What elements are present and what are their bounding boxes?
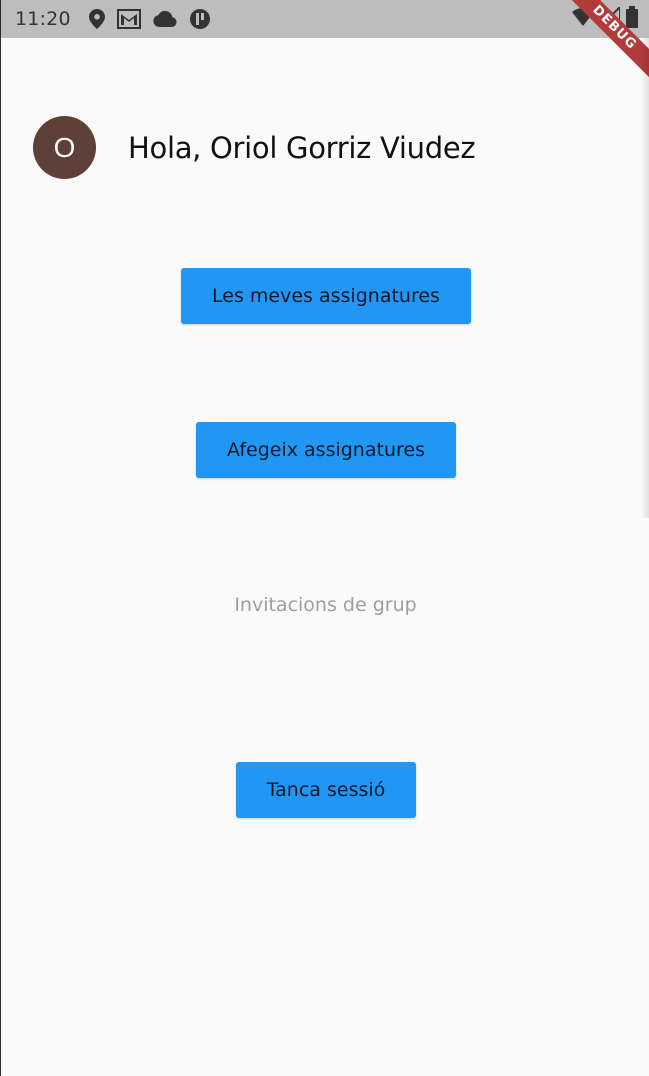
signal-icon xyxy=(597,4,621,32)
wifi-icon xyxy=(572,7,594,31)
location-pin-icon xyxy=(88,9,105,29)
avatar: O xyxy=(33,116,96,179)
cloud-icon xyxy=(153,11,177,27)
drawer-edge-shadow xyxy=(641,38,649,518)
status-right-group xyxy=(572,0,638,38)
gmail-icon xyxy=(116,9,141,29)
group-invitations-button[interactable]: Invitacions de grup xyxy=(1,594,649,616)
logout-button[interactable]: Tanca sessió xyxy=(236,762,416,818)
greeting-text: Hola, Oriol Gorriz Viudez xyxy=(128,130,476,165)
status-bar: 11:20 xyxy=(1,0,649,38)
add-subjects-button[interactable]: Afegeix assignatures xyxy=(196,422,456,478)
status-time: 11:20 xyxy=(15,8,71,30)
app-notification-icon xyxy=(189,8,211,30)
battery-icon xyxy=(626,5,638,33)
user-header: O Hola, Oriol Gorriz Viudez xyxy=(33,116,476,179)
my-subjects-button[interactable]: Les meves assignatures xyxy=(181,268,471,324)
home-screen: 11:20 DEBUG O Hola, Oriol Gorriz Viudez … xyxy=(0,0,649,1076)
